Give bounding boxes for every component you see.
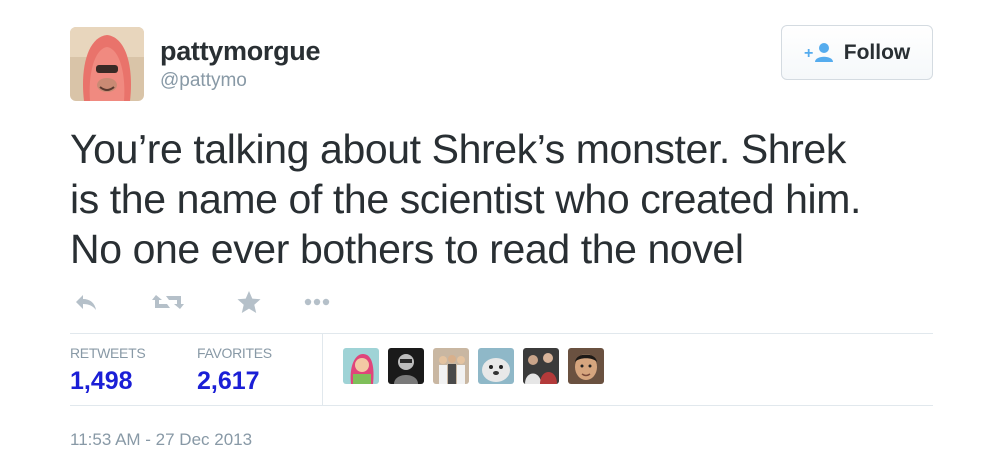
retweet-icon bbox=[152, 295, 184, 309]
tweet-text: You’re talking about Shrek’s monster. Sh… bbox=[70, 124, 950, 274]
reply-button[interactable] bbox=[72, 292, 100, 312]
avatar-group-photo-icon bbox=[433, 348, 469, 384]
favoriter-avatar[interactable] bbox=[433, 348, 469, 384]
user-avatar[interactable] bbox=[70, 27, 144, 101]
tweet-actions bbox=[72, 288, 332, 316]
favorites-count: 2,617 bbox=[197, 367, 260, 395]
favorite-button[interactable] bbox=[234, 290, 264, 314]
tweet-text-line: is the name of the scientist who created… bbox=[70, 176, 862, 222]
retweet-button[interactable] bbox=[148, 291, 188, 313]
tweet-text-line: You’re talking about Shrek’s monster. Sh… bbox=[70, 126, 846, 172]
divider-top bbox=[70, 333, 933, 334]
avatar-crowd-icon bbox=[523, 348, 559, 384]
favorited-by-list bbox=[343, 348, 613, 384]
tweet-card: pattymorgue @pattymo + Follow You’re tal… bbox=[0, 0, 999, 474]
avatar-red-hood-icon bbox=[70, 27, 144, 101]
svg-text:+: + bbox=[804, 45, 813, 62]
avatar-bw-portrait-icon bbox=[388, 348, 424, 384]
more-icon bbox=[304, 298, 330, 306]
avatar-seal-icon bbox=[478, 348, 514, 384]
stats-divider bbox=[322, 333, 323, 405]
divider-bottom bbox=[70, 405, 933, 406]
favoriter-avatar[interactable] bbox=[343, 348, 379, 384]
avatar-man-face-icon bbox=[568, 348, 604, 384]
avatar-cartoon-girl-icon bbox=[343, 348, 379, 384]
favoriter-avatar[interactable] bbox=[478, 348, 514, 384]
follow-button-label: Follow bbox=[843, 40, 911, 64]
tweet-text-line: No one ever bothers to read the novel bbox=[70, 226, 744, 272]
follow-button[interactable]: + Follow bbox=[781, 25, 933, 80]
tweet-timestamp[interactable]: 11:53 AM - 27 Dec 2013 bbox=[70, 430, 252, 450]
favorites-stat[interactable]: FAVORITES 2,617 bbox=[197, 345, 272, 395]
user-fullname[interactable]: pattymorgue bbox=[160, 36, 321, 66]
more-button[interactable] bbox=[302, 297, 332, 307]
retweets-label: RETWEETS bbox=[70, 345, 146, 361]
retweets-count: 1,498 bbox=[70, 367, 133, 395]
user-info: pattymorgue @pattymo bbox=[160, 36, 321, 92]
user-handle[interactable]: @pattymo bbox=[160, 70, 320, 92]
star-icon bbox=[237, 291, 261, 313]
reply-icon bbox=[76, 295, 96, 310]
favoriter-avatar[interactable] bbox=[388, 348, 424, 384]
add-user-icon: + bbox=[804, 42, 833, 62]
retweets-stat[interactable]: RETWEETS 1,498 bbox=[70, 345, 146, 395]
favoriter-avatar[interactable] bbox=[568, 348, 604, 384]
favoriter-avatar[interactable] bbox=[523, 348, 559, 384]
favorites-label: FAVORITES bbox=[197, 345, 272, 361]
